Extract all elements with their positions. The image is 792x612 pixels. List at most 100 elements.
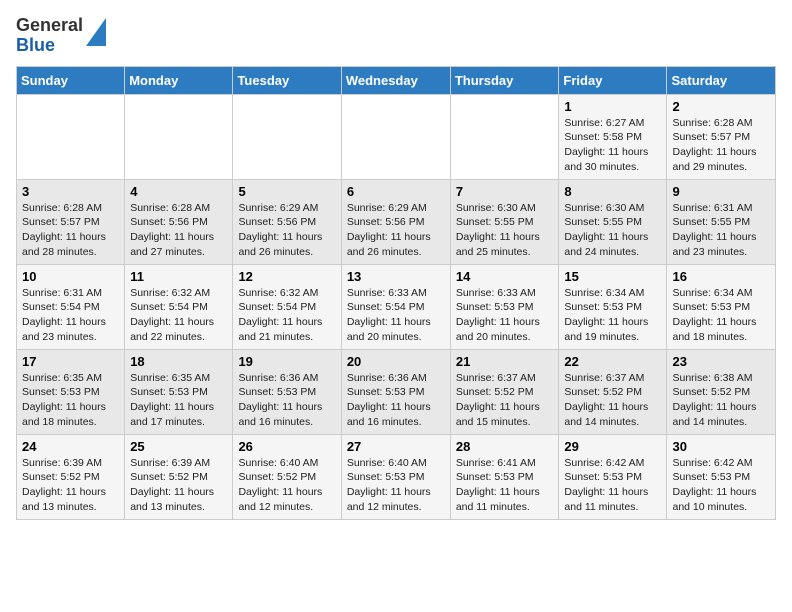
calendar-week-row: 1 Sunrise: 6:27 AM Sunset: 5:58 PM Daylig… (17, 94, 776, 179)
calendar-header-saturday: Saturday (667, 66, 776, 94)
calendar-cell: 2 Sunrise: 6:28 AM Sunset: 5:57 PM Daylig… (667, 94, 776, 179)
logo: General Blue (16, 16, 106, 56)
day-info: Sunrise: 6:28 AM Sunset: 5:57 PM Dayligh… (22, 201, 119, 260)
calendar-cell: 28Sunrise: 6:41 AM Sunset: 5:53 PM Dayli… (450, 434, 559, 519)
day-number: 11 (130, 269, 227, 284)
calendar-cell: 5 Sunrise: 6:29 AM Sunset: 5:56 PM Daylig… (233, 179, 341, 264)
calendar-cell: 23 Sunrise: 6:38 AM Sunset: 5:52 PM Dayli… (667, 349, 776, 434)
day-number: 1 (564, 99, 661, 114)
calendar-header-friday: Friday (559, 66, 667, 94)
day-info: Sunrise: 6:28 AM Sunset: 5:57 PM Dayligh… (672, 116, 770, 175)
day-info: Sunrise: 6:37 AM Sunset: 5:52 PM Dayligh… (456, 371, 554, 430)
calendar-cell: 21Sunrise: 6:37 AM Sunset: 5:52 PM Dayli… (450, 349, 559, 434)
day-info: Sunrise: 6:30 AM Sunset: 5:55 PM Dayligh… (564, 201, 661, 260)
day-number: 20 (347, 354, 445, 369)
calendar-cell: 12 Sunrise: 6:32 AM Sunset: 5:54 PM Dayli… (233, 264, 341, 349)
calendar-cell: 25Sunrise: 6:39 AM Sunset: 5:52 PM Dayli… (125, 434, 233, 519)
day-info: Sunrise: 6:33 AM Sunset: 5:53 PM Dayligh… (456, 286, 554, 345)
calendar-cell: 8 Sunrise: 6:30 AM Sunset: 5:55 PM Daylig… (559, 179, 667, 264)
calendar-cell: 14 Sunrise: 6:33 AM Sunset: 5:53 PM Dayli… (450, 264, 559, 349)
calendar-cell: 10 Sunrise: 6:31 AM Sunset: 5:54 PM Dayli… (17, 264, 125, 349)
day-info: Sunrise: 6:32 AM Sunset: 5:54 PM Dayligh… (238, 286, 335, 345)
logo-blue: Blue (16, 35, 55, 55)
day-number: 23 (672, 354, 770, 369)
calendar-week-row: 17 Sunrise: 6:35 AM Sunset: 5:53 PM Dayli… (17, 349, 776, 434)
day-info: Sunrise: 6:30 AM Sunset: 5:55 PM Dayligh… (456, 201, 554, 260)
calendar-header-monday: Monday (125, 66, 233, 94)
logo-general: General (16, 15, 83, 35)
logo-triangle-icon (86, 18, 106, 46)
calendar-cell: 6 Sunrise: 6:29 AM Sunset: 5:56 PM Daylig… (341, 179, 450, 264)
day-number: 5 (238, 184, 335, 199)
day-info: Sunrise: 6:38 AM Sunset: 5:52 PM Dayligh… (672, 371, 770, 430)
calendar-header-thursday: Thursday (450, 66, 559, 94)
day-info: Sunrise: 6:31 AM Sunset: 5:54 PM Dayligh… (22, 286, 119, 345)
day-info: Sunrise: 6:31 AM Sunset: 5:55 PM Dayligh… (672, 201, 770, 260)
day-number: 12 (238, 269, 335, 284)
day-number: 26 (238, 439, 335, 454)
day-number: 30 (672, 439, 770, 454)
day-info: Sunrise: 6:29 AM Sunset: 5:56 PM Dayligh… (238, 201, 335, 260)
day-info: Sunrise: 6:35 AM Sunset: 5:53 PM Dayligh… (22, 371, 119, 430)
day-info: Sunrise: 6:35 AM Sunset: 5:53 PM Dayligh… (130, 371, 227, 430)
day-info: Sunrise: 6:28 AM Sunset: 5:56 PM Dayligh… (130, 201, 227, 260)
day-number: 3 (22, 184, 119, 199)
calendar-cell: 7Sunrise: 6:30 AM Sunset: 5:55 PM Daylig… (450, 179, 559, 264)
day-number: 18 (130, 354, 227, 369)
calendar-header-sunday: Sunday (17, 66, 125, 94)
calendar-cell (125, 94, 233, 179)
calendar-cell: 26 Sunrise: 6:40 AM Sunset: 5:52 PM Dayli… (233, 434, 341, 519)
calendar-cell: 3 Sunrise: 6:28 AM Sunset: 5:57 PM Daylig… (17, 179, 125, 264)
day-info: Sunrise: 6:33 AM Sunset: 5:54 PM Dayligh… (347, 286, 445, 345)
calendar-header-tuesday: Tuesday (233, 66, 341, 94)
calendar-week-row: 3 Sunrise: 6:28 AM Sunset: 5:57 PM Daylig… (17, 179, 776, 264)
day-number: 28 (456, 439, 554, 454)
day-info: Sunrise: 6:40 AM Sunset: 5:52 PM Dayligh… (238, 456, 335, 515)
day-info: Sunrise: 6:42 AM Sunset: 5:53 PM Dayligh… (672, 456, 770, 515)
calendar-cell: 9 Sunrise: 6:31 AM Sunset: 5:55 PM Daylig… (667, 179, 776, 264)
day-number: 22 (564, 354, 661, 369)
day-number: 13 (347, 269, 445, 284)
calendar-cell: 27Sunrise: 6:40 AM Sunset: 5:53 PM Dayli… (341, 434, 450, 519)
calendar-cell (233, 94, 341, 179)
day-number: 6 (347, 184, 445, 199)
day-info: Sunrise: 6:36 AM Sunset: 5:53 PM Dayligh… (238, 371, 335, 430)
page-header: General Blue (16, 16, 776, 56)
calendar-header-wednesday: Wednesday (341, 66, 450, 94)
day-number: 16 (672, 269, 770, 284)
day-info: Sunrise: 6:34 AM Sunset: 5:53 PM Dayligh… (672, 286, 770, 345)
day-number: 19 (238, 354, 335, 369)
day-info: Sunrise: 6:27 AM Sunset: 5:58 PM Dayligh… (564, 116, 661, 175)
calendar-cell: 24 Sunrise: 6:39 AM Sunset: 5:52 PM Dayli… (17, 434, 125, 519)
day-number: 9 (672, 184, 770, 199)
day-number: 4 (130, 184, 227, 199)
day-number: 10 (22, 269, 119, 284)
day-number: 29 (564, 439, 661, 454)
day-info: Sunrise: 6:29 AM Sunset: 5:56 PM Dayligh… (347, 201, 445, 260)
day-info: Sunrise: 6:39 AM Sunset: 5:52 PM Dayligh… (130, 456, 227, 515)
day-info: Sunrise: 6:39 AM Sunset: 5:52 PM Dayligh… (22, 456, 119, 515)
day-number: 24 (22, 439, 119, 454)
calendar-cell: 16 Sunrise: 6:34 AM Sunset: 5:53 PM Dayli… (667, 264, 776, 349)
calendar-week-row: 10 Sunrise: 6:31 AM Sunset: 5:54 PM Dayli… (17, 264, 776, 349)
calendar-cell: 4 Sunrise: 6:28 AM Sunset: 5:56 PM Daylig… (125, 179, 233, 264)
calendar-cell: 13 Sunrise: 6:33 AM Sunset: 5:54 PM Dayli… (341, 264, 450, 349)
day-info: Sunrise: 6:42 AM Sunset: 5:53 PM Dayligh… (564, 456, 661, 515)
calendar-cell: 22Sunrise: 6:37 AM Sunset: 5:52 PM Dayli… (559, 349, 667, 434)
calendar-cell: 15Sunrise: 6:34 AM Sunset: 5:53 PM Dayli… (559, 264, 667, 349)
calendar-cell: 1 Sunrise: 6:27 AM Sunset: 5:58 PM Daylig… (559, 94, 667, 179)
day-number: 2 (672, 99, 770, 114)
calendar-cell (341, 94, 450, 179)
calendar-cell: 19 Sunrise: 6:36 AM Sunset: 5:53 PM Dayli… (233, 349, 341, 434)
calendar-cell: 18 Sunrise: 6:35 AM Sunset: 5:53 PM Dayli… (125, 349, 233, 434)
day-number: 17 (22, 354, 119, 369)
day-number: 8 (564, 184, 661, 199)
calendar-cell: 20Sunrise: 6:36 AM Sunset: 5:53 PM Dayli… (341, 349, 450, 434)
calendar-week-row: 24 Sunrise: 6:39 AM Sunset: 5:52 PM Dayli… (17, 434, 776, 519)
day-info: Sunrise: 6:34 AM Sunset: 5:53 PM Dayligh… (564, 286, 661, 345)
calendar-header-row: SundayMondayTuesdayWednesdayThursdayFrid… (17, 66, 776, 94)
calendar-table: SundayMondayTuesdayWednesdayThursdayFrid… (16, 66, 776, 520)
day-info: Sunrise: 6:32 AM Sunset: 5:54 PM Dayligh… (130, 286, 227, 345)
day-number: 14 (456, 269, 554, 284)
calendar-cell (17, 94, 125, 179)
